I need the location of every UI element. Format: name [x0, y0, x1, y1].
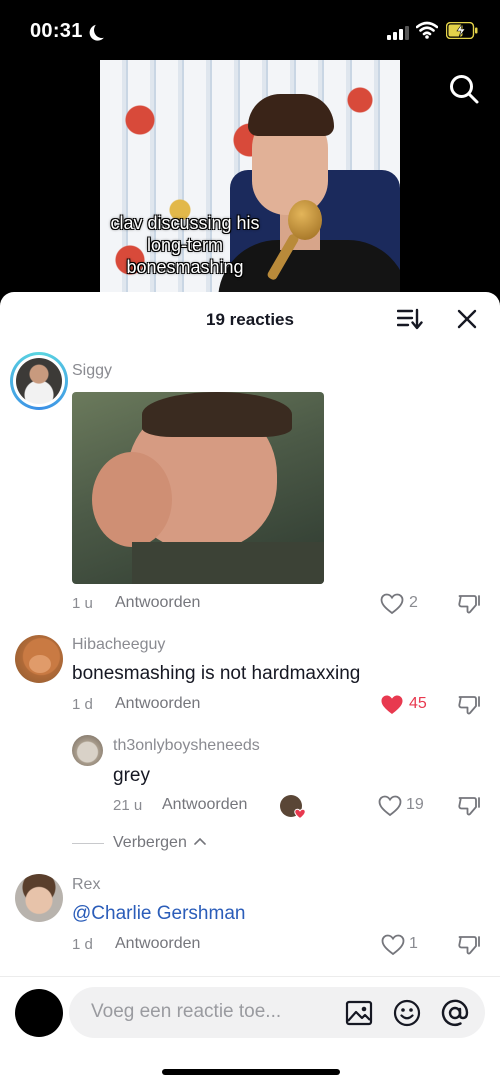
- sort-icon[interactable]: [397, 307, 423, 331]
- hide-replies-label: Verbergen: [113, 834, 187, 851]
- like-count: 1: [409, 935, 418, 952]
- reply-button[interactable]: Antwoorden: [115, 695, 200, 713]
- comment-time: 21 u: [113, 797, 143, 814]
- chevron-up-icon: [194, 837, 207, 845]
- hide-replies-divider: [72, 843, 104, 844]
- comment-input-placeholder: Voeg een reactie toe...: [91, 1001, 282, 1022]
- wifi-icon: [416, 21, 438, 39]
- comment-input-bar: Voeg een reactie toe...: [0, 976, 500, 1083]
- search-icon[interactable]: [448, 73, 480, 105]
- comment-mention[interactable]: @Charlie Gershman: [72, 903, 245, 925]
- status-bar: 00:31: [0, 0, 500, 62]
- close-icon[interactable]: [455, 307, 479, 331]
- comment-time: 1 d: [72, 696, 93, 713]
- comment-username[interactable]: Rex: [72, 876, 100, 894]
- comment-image[interactable]: [72, 392, 324, 584]
- like-count: 19: [406, 796, 424, 813]
- comment-username[interactable]: Siggy: [72, 362, 112, 380]
- comments-sheet: 19 reacties Siggy 1 u Antwoorden 2 Hibac…: [0, 292, 500, 1083]
- emoji-icon[interactable]: [393, 999, 421, 1027]
- video-player[interactable]: clav discussing his long-term bonesmashi…: [100, 60, 400, 300]
- video-caption: clav discussing his long-term bonesmashi…: [110, 213, 260, 277]
- comment-input[interactable]: Voeg een reactie toe...: [69, 987, 485, 1038]
- comment-text: bonesmashing is not hardmaxxing: [72, 663, 361, 684]
- avatar-siggy[interactable]: [10, 352, 68, 410]
- battery-charging-icon: [446, 22, 478, 39]
- comments-count-title: 19 reacties: [206, 310, 294, 329]
- heart-filled-icon[interactable]: [380, 694, 404, 716]
- like-count: 45: [409, 695, 427, 712]
- signal-icon: [387, 24, 409, 40]
- avatar-th3onlyboysheneeds[interactable]: [72, 735, 103, 766]
- dislike-icon[interactable]: [457, 933, 481, 957]
- heart-outline-icon[interactable]: [381, 934, 405, 956]
- home-indicator: [162, 1069, 340, 1075]
- heart-outline-icon[interactable]: [380, 593, 404, 615]
- comment-username[interactable]: Hibacheeguy: [72, 636, 165, 654]
- creator-liked-avatar: [280, 795, 306, 820]
- dislike-icon[interactable]: [457, 794, 481, 818]
- hide-replies-button[interactable]: Verbergen: [113, 834, 207, 852]
- comment-time: 1 d: [72, 936, 93, 953]
- avatar-rex[interactable]: [15, 874, 63, 922]
- comment-username[interactable]: th3onlyboysheneeds: [113, 737, 260, 755]
- comment-time: 1 u: [72, 595, 93, 612]
- video-person-hair: [248, 94, 334, 136]
- like-count: 2: [409, 594, 418, 611]
- heart-outline-icon[interactable]: [378, 795, 402, 817]
- reply-button[interactable]: Antwoorden: [115, 935, 200, 953]
- reply-button[interactable]: Antwoorden: [115, 594, 200, 612]
- avatar-hibacheeguy[interactable]: [15, 635, 63, 683]
- heart-mini-icon: [294, 808, 306, 820]
- image-icon[interactable]: [345, 999, 373, 1027]
- mention-icon[interactable]: [441, 999, 469, 1027]
- status-time: 00:31: [30, 20, 83, 42]
- my-avatar[interactable]: [15, 989, 63, 1037]
- comment-text: grey: [113, 765, 150, 786]
- video-maraca: [288, 200, 322, 240]
- reply-button[interactable]: Antwoorden: [162, 796, 247, 814]
- dislike-icon[interactable]: [457, 693, 481, 717]
- moon-icon: [92, 20, 113, 41]
- dislike-icon[interactable]: [457, 592, 481, 616]
